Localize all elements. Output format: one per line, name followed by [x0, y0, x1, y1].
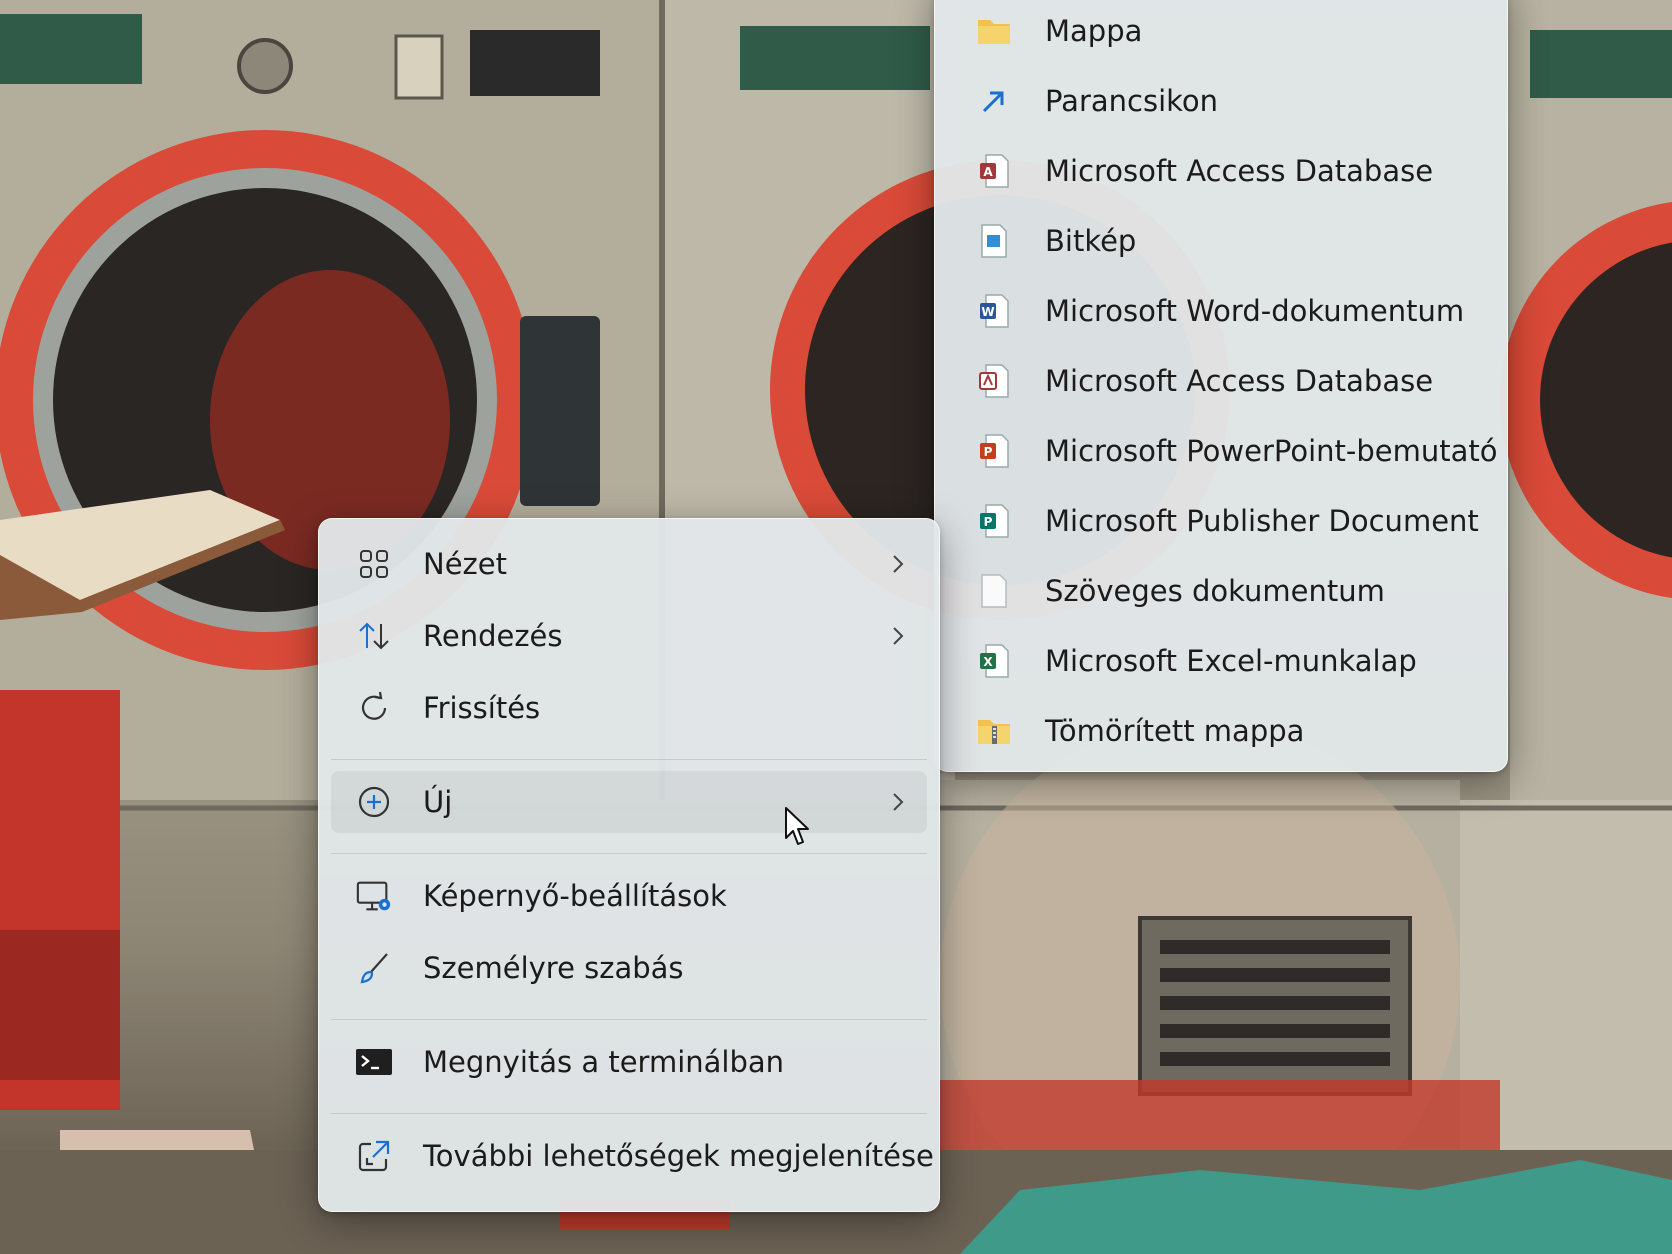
submenu-item-label: Szöveges dokumentum	[1045, 574, 1385, 608]
submenu-item-excel[interactable]: X Microsoft Excel-munkalap	[947, 631, 1495, 691]
access-file-icon: A	[975, 152, 1013, 190]
menu-separator	[331, 759, 927, 760]
submenu-item-label: Microsoft Access Database	[1045, 364, 1434, 398]
desktop-context-menu: Nézet Rendezés Frissítés Új Képernyő-beá…	[318, 518, 940, 1212]
menu-item-sort[interactable]: Rendezés	[331, 605, 927, 667]
display-settings-icon	[355, 877, 393, 915]
menu-item-label: Megnyitás a terminálban	[423, 1045, 785, 1079]
menu-item-new[interactable]: Új	[331, 771, 927, 833]
submenu-item-label: Tömörített mappa	[1045, 714, 1305, 748]
menu-item-open-terminal[interactable]: Megnyitás a terminálban	[331, 1031, 927, 1093]
folder-icon	[975, 12, 1013, 50]
submenu-item-label: Microsoft Access Database	[1045, 154, 1434, 188]
menu-item-label: Nézet	[423, 547, 507, 581]
submenu-item-label: Microsoft Word-dokumentum	[1045, 294, 1465, 328]
svg-text:A: A	[983, 165, 993, 179]
svg-text:X: X	[983, 655, 993, 669]
submenu-item-label: Microsoft Excel-munkalap	[1045, 644, 1417, 678]
svg-text:P: P	[984, 515, 993, 529]
menu-item-label: Személyre szabás	[423, 951, 684, 985]
submenu-item-label: Microsoft Publisher Document	[1045, 504, 1479, 538]
menu-separator	[331, 853, 927, 854]
menu-item-label: Képernyő-beállítások	[423, 879, 727, 913]
mouse-pointer-icon	[785, 807, 809, 845]
access-file-icon	[975, 362, 1013, 400]
menu-item-label: Rendezés	[423, 619, 563, 653]
submenu-item-access-database[interactable]: A Microsoft Access Database	[947, 141, 1495, 201]
zip-folder-icon	[975, 712, 1013, 750]
submenu-item-word-document[interactable]: W Microsoft Word-dokumentum	[947, 281, 1495, 341]
grid-view-icon	[355, 545, 393, 583]
sort-arrows-icon	[355, 617, 393, 655]
menu-separator	[331, 1019, 927, 1020]
publisher-file-icon: P	[975, 502, 1013, 540]
refresh-icon	[355, 689, 393, 727]
submenu-item-powerpoint[interactable]: P Microsoft PowerPoint-bemutató	[947, 421, 1498, 481]
submenu-item-label: Bitkép	[1045, 224, 1137, 258]
menu-separator	[331, 1113, 927, 1114]
menu-item-show-more-options[interactable]: További lehetőségek megjelenítése	[331, 1125, 934, 1187]
submenu-item-bitmap[interactable]: Bitkép	[947, 211, 1495, 271]
menu-item-personalize[interactable]: Személyre szabás	[331, 937, 927, 999]
text-file-icon	[975, 572, 1013, 610]
submenu-item-label: Mappa	[1045, 14, 1143, 48]
new-item-submenu: Mappa Parancsikon A Microsoft Access Dat…	[934, 0, 1508, 772]
submenu-item-publisher[interactable]: P Microsoft Publisher Document	[947, 491, 1495, 551]
submenu-item-shortcut[interactable]: Parancsikon	[947, 71, 1495, 131]
bitmap-file-icon	[975, 222, 1013, 260]
shortcut-arrow-icon	[975, 82, 1013, 120]
submenu-item-zip-folder[interactable]: Tömörített mappa	[947, 701, 1495, 761]
brush-icon	[355, 949, 393, 987]
chevron-right-icon	[887, 787, 909, 817]
chevron-right-icon	[887, 549, 909, 579]
menu-item-refresh[interactable]: Frissítés	[331, 677, 927, 739]
submenu-item-access-database-2[interactable]: Microsoft Access Database	[947, 351, 1495, 411]
show-more-options-icon	[355, 1137, 393, 1175]
svg-text:W: W	[981, 305, 994, 319]
excel-file-icon: X	[975, 642, 1013, 680]
submenu-item-label: Parancsikon	[1045, 84, 1219, 118]
terminal-icon	[355, 1043, 393, 1081]
menu-item-label: Frissítés	[423, 691, 541, 725]
submenu-item-text-document[interactable]: Szöveges dokumentum	[947, 561, 1495, 621]
word-file-icon: W	[975, 292, 1013, 330]
menu-item-label: További lehetőségek megjelenítése	[423, 1139, 934, 1173]
submenu-item-folder[interactable]: Mappa	[947, 1, 1495, 61]
menu-item-display-settings[interactable]: Képernyő-beállítások	[331, 865, 927, 927]
powerpoint-file-icon: P	[975, 432, 1013, 470]
add-circle-icon	[355, 783, 393, 821]
menu-item-label: Új	[423, 785, 453, 819]
svg-text:P: P	[984, 445, 993, 459]
chevron-right-icon	[887, 621, 909, 651]
submenu-item-label: Microsoft PowerPoint-bemutató	[1045, 434, 1498, 468]
menu-item-view[interactable]: Nézet	[331, 533, 927, 595]
